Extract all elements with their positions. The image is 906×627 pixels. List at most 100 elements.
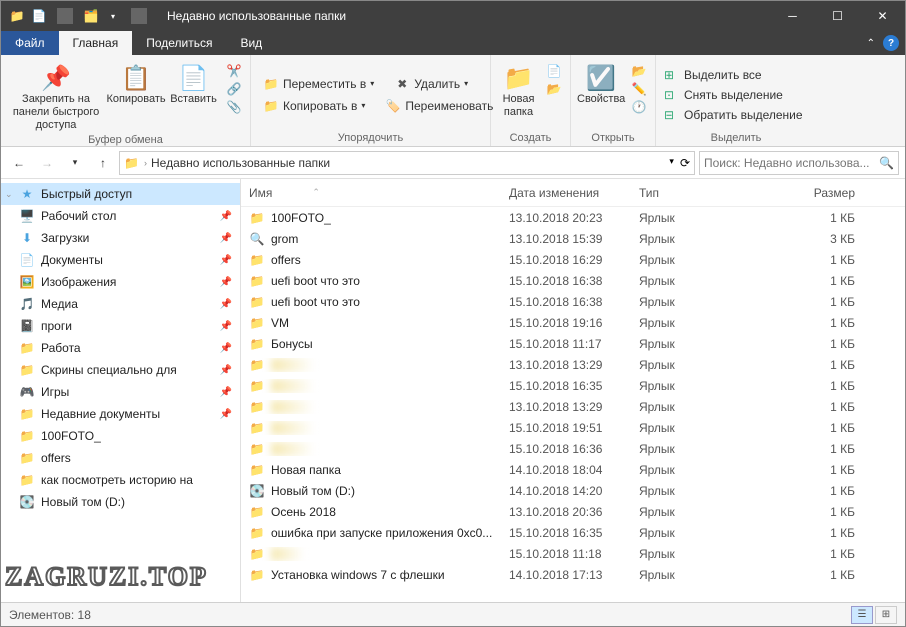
titlebar: 📁 📄 🗂️ ▾ Недавно использованные папки ─ … bbox=[1, 1, 905, 31]
qat-dropdown[interactable]: ▾ bbox=[105, 8, 121, 24]
sidebar-item[interactable]: 📁Недавние документы📌 bbox=[1, 403, 240, 425]
open-button[interactable]: 📂 bbox=[629, 63, 649, 79]
sidebar-item[interactable]: 📄Документы📌 bbox=[1, 249, 240, 271]
ribbon-collapse-icon[interactable]: ⌃ bbox=[867, 38, 875, 49]
col-size[interactable]: Размер bbox=[739, 186, 905, 200]
sidebar-item[interactable]: 💽Новый том (D:) bbox=[1, 491, 240, 513]
file-row[interactable]: 📁hidden113.10.2018 13:29Ярлык1 КБ bbox=[241, 354, 905, 375]
col-name[interactable]: Имя bbox=[249, 186, 272, 200]
file-row[interactable]: 📁Бонусы15.10.2018 11:17Ярлык1 КБ bbox=[241, 333, 905, 354]
qat-item[interactable]: 📄 bbox=[31, 8, 47, 24]
close-button[interactable]: ✕ bbox=[860, 1, 905, 31]
sidebar-item[interactable]: 🎮Игры📌 bbox=[1, 381, 240, 403]
sidebar-item[interactable]: ⌄★Быстрый доступ bbox=[1, 183, 240, 205]
paste-button[interactable]: 📄 Вставить bbox=[167, 59, 220, 106]
file-size: 1 КБ bbox=[739, 358, 905, 372]
sidebar-item[interactable]: 🖼️Изображения📌 bbox=[1, 271, 240, 293]
copy-path-button[interactable]: 🔗 bbox=[224, 81, 244, 97]
search-icon[interactable]: 🔍 bbox=[879, 156, 894, 170]
file-icon: 📁 bbox=[249, 547, 265, 561]
copy-to-button[interactable]: 📁Копировать в ▾ bbox=[261, 98, 367, 114]
tab-view[interactable]: Вид bbox=[226, 31, 276, 55]
file-row[interactable]: 📁VM15.10.2018 19:16Ярлык1 КБ bbox=[241, 312, 905, 333]
tab-file[interactable]: Файл bbox=[1, 31, 59, 55]
paste-shortcut-button[interactable]: 📎 bbox=[224, 99, 244, 115]
file-row[interactable]: 📁offers15.10.2018 16:29Ярлык1 КБ bbox=[241, 249, 905, 270]
move-to-button[interactable]: 📁Переместить в ▾ bbox=[261, 76, 376, 92]
tab-home[interactable]: Главная bbox=[59, 31, 133, 55]
col-date[interactable]: Дата изменения bbox=[509, 186, 639, 200]
help-icon[interactable]: ? bbox=[883, 35, 899, 51]
file-type: Ярлык bbox=[639, 379, 739, 393]
sidebar-item[interactable]: 📁100FOTO_ bbox=[1, 425, 240, 447]
pin-icon: 📌 bbox=[220, 233, 232, 244]
qat-item[interactable]: 🗂️ bbox=[83, 8, 99, 24]
maximize-button[interactable]: ☐ bbox=[815, 1, 860, 31]
file-row[interactable]: 📁hidden415.10.2018 19:51Ярлык1 КБ bbox=[241, 417, 905, 438]
select-all-button[interactable]: ⊞Выделить все bbox=[662, 67, 764, 83]
minimize-button[interactable]: ─ bbox=[770, 1, 815, 31]
sidebar: ⌄★Быстрый доступ🖥️Рабочий стол📌⬇Загрузки… bbox=[1, 179, 241, 602]
sidebar-label: offers bbox=[41, 451, 71, 465]
pin-quick-access-button[interactable]: 📌 Закрепить на панели быстрого доступа bbox=[7, 59, 105, 132]
pin-icon: 📌 bbox=[220, 409, 232, 420]
copy-button[interactable]: 📋 Копировать bbox=[109, 59, 163, 106]
file-name: Почта bbox=[271, 547, 304, 561]
sidebar-item[interactable]: 📁как посмотреть историю на bbox=[1, 469, 240, 491]
paste-icon: 📄 bbox=[179, 63, 209, 93]
file-name: offers bbox=[271, 253, 301, 267]
address-dropdown[interactable]: ▾ bbox=[665, 156, 678, 170]
pin-icon: 📌 bbox=[220, 321, 232, 332]
sidebar-item[interactable]: 🖥️Рабочий стол📌 bbox=[1, 205, 240, 227]
select-none-button[interactable]: ⊡Снять выделение bbox=[662, 87, 785, 103]
window-title: Недавно использованные папки bbox=[167, 9, 346, 23]
delete-button[interactable]: ✖Удалить ▾ bbox=[392, 76, 470, 92]
file-row[interactable]: 💽Новый том (D:)14.10.2018 14:20Ярлык1 КБ bbox=[241, 480, 905, 501]
file-row[interactable]: 📁Новая папка14.10.2018 18:04Ярлык1 КБ bbox=[241, 459, 905, 480]
sidebar-item[interactable]: ⬇Загрузки📌 bbox=[1, 227, 240, 249]
recent-locations-button[interactable]: ▾ bbox=[63, 151, 87, 175]
file-row[interactable]: 📁Установка windows 7 с флешки14.10.2018 … bbox=[241, 564, 905, 585]
refresh-button[interactable]: ⟳ bbox=[680, 156, 690, 170]
file-date: 13.10.2018 20:36 bbox=[509, 505, 639, 519]
invert-selection-button[interactable]: ⊟Обратить выделение bbox=[662, 107, 805, 123]
invert-icon: ⊟ bbox=[664, 108, 680, 122]
sidebar-item[interactable]: 📁offers bbox=[1, 447, 240, 469]
tab-share[interactable]: Поделиться bbox=[132, 31, 226, 55]
properties-button[interactable]: ☑️ Свойства bbox=[577, 59, 625, 106]
edit-button[interactable]: ✏️ bbox=[629, 81, 649, 97]
file-row[interactable]: 📁hidden313.10.2018 13:29Ярлык1 КБ bbox=[241, 396, 905, 417]
easy-access-button[interactable]: 📂 bbox=[544, 81, 564, 97]
col-type[interactable]: Тип bbox=[639, 186, 739, 200]
new-item-button[interactable]: 📄 bbox=[544, 63, 564, 79]
details-view-button[interactable]: ☰ bbox=[851, 606, 873, 624]
file-row[interactable]: 🔍grom13.10.2018 15:39Ярлык3 КБ bbox=[241, 228, 905, 249]
rename-button[interactable]: 🏷️Переименовать bbox=[383, 98, 495, 114]
file-row[interactable]: 📁hidden515.10.2018 16:36Ярлык1 КБ bbox=[241, 438, 905, 459]
cut-button[interactable]: ✂️ bbox=[224, 63, 244, 79]
icons-view-button[interactable]: ⊞ bbox=[875, 606, 897, 624]
file-row[interactable]: 📁ошибка при запуске приложения 0xc0...15… bbox=[241, 522, 905, 543]
file-name: hidden1 bbox=[271, 358, 314, 372]
back-button[interactable]: ← bbox=[7, 151, 31, 175]
history-button[interactable]: 🕐 bbox=[629, 99, 649, 115]
sidebar-item[interactable]: 🎵Медиа📌 bbox=[1, 293, 240, 315]
addressbar[interactable]: 📁 › Недавно использованные папки ▾ ⟳ bbox=[119, 151, 695, 175]
up-button[interactable]: ↑ bbox=[91, 151, 115, 175]
file-icon: 📁 bbox=[249, 568, 265, 582]
file-row[interactable]: 📁hidden215.10.2018 16:35Ярлык1 КБ bbox=[241, 375, 905, 396]
search-input[interactable] bbox=[704, 156, 879, 170]
file-row[interactable]: 📁Почта15.10.2018 11:18Ярлык1 КБ bbox=[241, 543, 905, 564]
sidebar-item[interactable]: 📓проги📌 bbox=[1, 315, 240, 337]
file-row[interactable]: 📁Осень 201813.10.2018 20:36Ярлык1 КБ bbox=[241, 501, 905, 522]
searchbox[interactable]: 🔍 bbox=[699, 151, 899, 175]
file-row[interactable]: 📁uefi boot что это15.10.2018 16:38Ярлык1… bbox=[241, 291, 905, 312]
new-folder-button[interactable]: 📁 Новая папка bbox=[497, 59, 540, 119]
file-row[interactable]: 📁uefi boot что это15.10.2018 16:38Ярлык1… bbox=[241, 270, 905, 291]
sidebar-item[interactable]: 📁Скрины специально для 📌 bbox=[1, 359, 240, 381]
forward-button[interactable]: → bbox=[35, 151, 59, 175]
sidebar-item[interactable]: 📁Работа📌 bbox=[1, 337, 240, 359]
file-row[interactable]: 📁100FOTO_13.10.2018 20:23Ярлык1 КБ bbox=[241, 207, 905, 228]
expand-icon[interactable]: ⌄ bbox=[5, 189, 13, 200]
file-type: Ярлык bbox=[639, 253, 739, 267]
